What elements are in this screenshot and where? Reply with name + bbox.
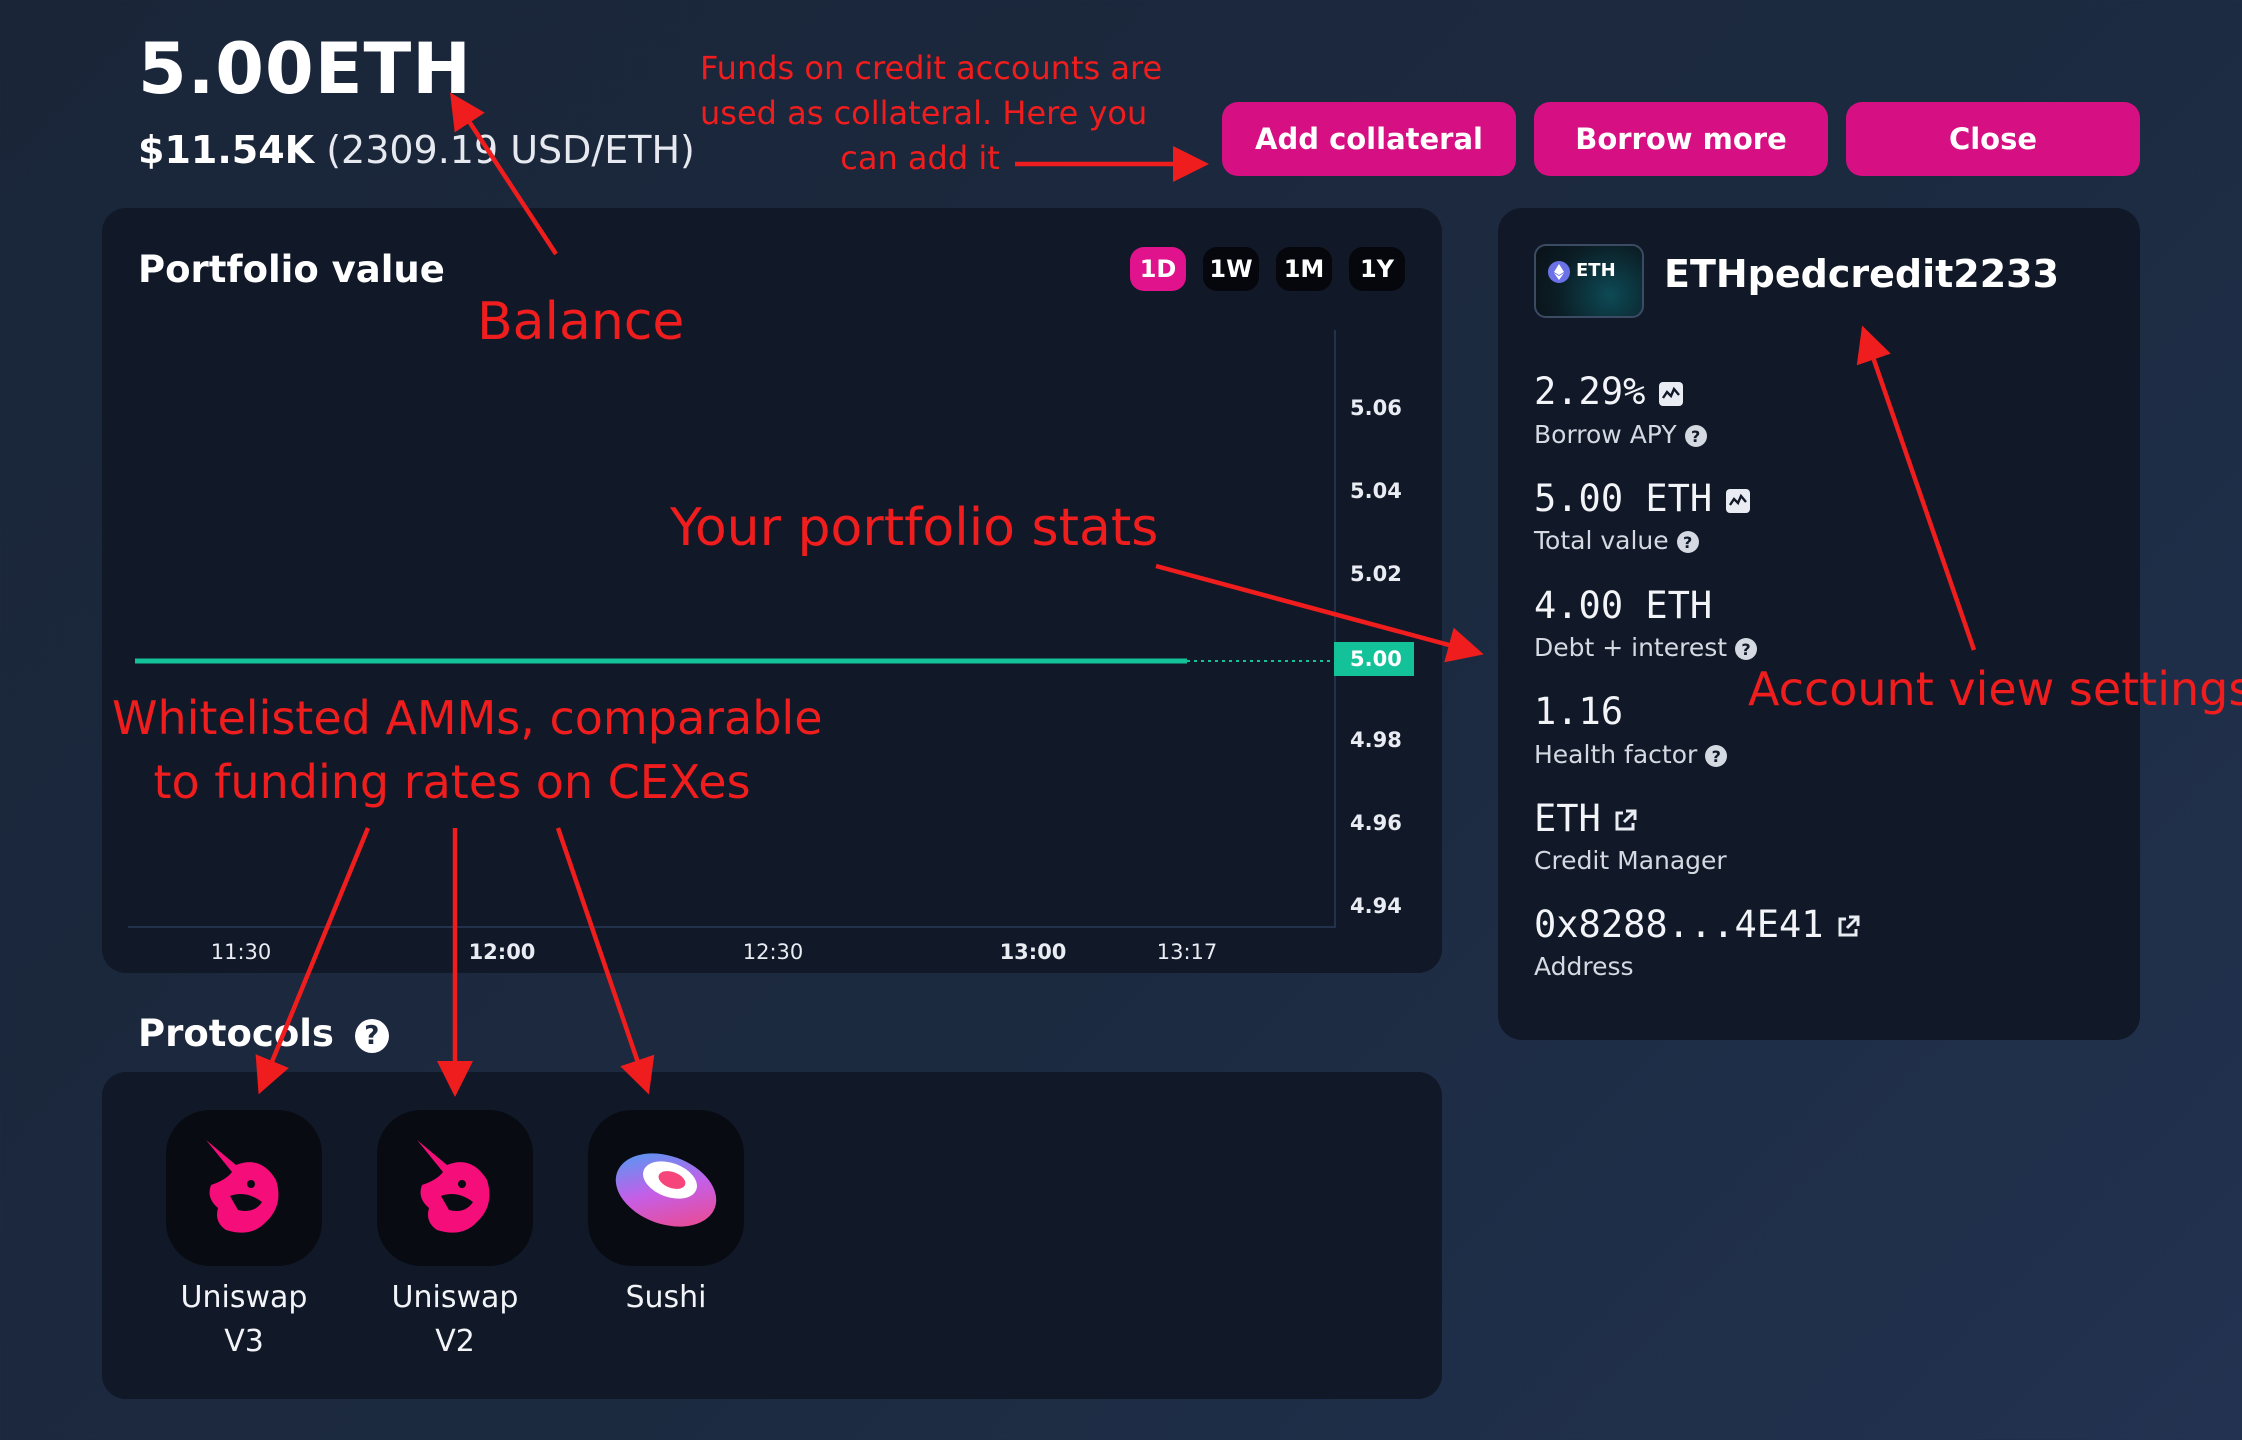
help-icon[interactable]: ?	[1684, 425, 1707, 447]
debt-label-text: Debt + interest	[1534, 633, 1728, 662]
help-icon[interactable]: ?	[1735, 638, 1758, 660]
help-icon[interactable]: ?	[354, 1018, 389, 1053]
annotation-line: can add it	[840, 139, 1000, 177]
x-tick-label: 12:30	[742, 940, 804, 964]
protocol-version: V2	[435, 1324, 475, 1359]
y-tick-label: 4.94	[1350, 894, 1402, 918]
borrow-apy-label: Borrow APY?	[1534, 420, 1707, 449]
amms-annotation: Whitelisted AMMs, comparable to funding …	[112, 686, 823, 814]
debt-label: Debt + interest?	[1534, 633, 1758, 662]
address-label: Address	[1534, 952, 1634, 981]
borrow-apy-label-text: Borrow APY	[1534, 420, 1677, 449]
protocols-title: Protocols ?	[138, 1012, 389, 1055]
total-value-label: Total value?	[1534, 526, 1699, 555]
annotation-line: Whitelisted AMMs, comparable	[112, 691, 823, 745]
protocol-name-line: Uniswap	[180, 1280, 308, 1315]
health-factor-value: 1.16	[1534, 690, 1624, 733]
external-link-icon[interactable]	[1834, 913, 1862, 941]
help-icon[interactable]: ?	[1676, 531, 1699, 553]
protocols-title-text: Protocols	[138, 1012, 334, 1055]
collateral-annotation: Funds on credit accounts are used as col…	[700, 46, 1163, 181]
protocol-name-line: Uniswap	[391, 1280, 519, 1315]
account-settings-annotation: Account view settings	[1748, 662, 2242, 716]
annotation-line: to funding rates on CEXes	[153, 755, 751, 809]
debt-value: 4.00 ETH	[1534, 584, 1713, 627]
total-value-text: 5.00 ETH	[1534, 477, 1713, 520]
account-avatar[interactable]: ETH	[1534, 244, 1644, 318]
chart-icon[interactable]	[1726, 488, 1751, 513]
y-tick-label: 5.06	[1350, 396, 1402, 420]
x-tick-label: 13:17	[1156, 940, 1218, 964]
chart-icon[interactable]	[1659, 381, 1684, 406]
external-link-icon[interactable]	[1611, 807, 1639, 835]
protocol-name: Uniswap V3	[144, 1276, 344, 1364]
protocol-name: Sushi	[566, 1276, 766, 1320]
address-text: 0x8288...4E41	[1534, 903, 1824, 946]
x-tick-label: 13:00	[999, 940, 1067, 964]
total-value-label-text: Total value	[1534, 526, 1669, 555]
health-factor-label-text: Health factor	[1534, 740, 1698, 769]
account-token-badge: ETH	[1576, 260, 1616, 281]
current-value-label: 5.00	[1334, 642, 1414, 676]
annotation-line: used as collateral. Here you	[700, 94, 1148, 132]
y-tick-label: 4.96	[1350, 811, 1402, 835]
protocol-name-line: Sushi	[625, 1280, 707, 1315]
protocol-name: Uniswap V2	[355, 1276, 555, 1364]
address-value: 0x8288...4E41	[1534, 903, 1862, 946]
health-factor-label: Health factor?	[1534, 740, 1728, 769]
eth-icon	[1548, 261, 1570, 283]
protocol-uniswap-v3[interactable]	[166, 1110, 322, 1266]
annotation-line: Funds on credit accounts are	[700, 49, 1163, 87]
credit-manager-value: ETH	[1534, 797, 1639, 840]
x-tick-label: 11:30	[210, 940, 272, 964]
balance-annotation: Balance	[477, 292, 685, 352]
protocol-sushi[interactable]	[588, 1110, 744, 1266]
uniswap-unicorn-icon	[417, 1140, 490, 1233]
sushi-icon	[615, 1153, 717, 1227]
y-tick-label: 5.02	[1350, 562, 1402, 586]
credit-manager-label: Credit Manager	[1534, 846, 1727, 875]
total-value-value: 5.00 ETH	[1534, 477, 1751, 520]
account-name: ETHpedcredit2233	[1664, 252, 2060, 296]
borrow-apy-value: 2.29%	[1534, 370, 1684, 413]
y-tick-label: 5.04	[1350, 479, 1402, 503]
uniswap-unicorn-icon	[206, 1140, 279, 1233]
credit-manager-text: ETH	[1534, 797, 1601, 840]
borrow-apy-text: 2.29%	[1534, 370, 1646, 413]
x-tick-label: 12:00	[468, 940, 536, 964]
protocol-version: V3	[224, 1324, 264, 1359]
y-tick-label: 4.98	[1350, 728, 1402, 752]
help-icon[interactable]: ?	[1705, 745, 1728, 767]
protocol-uniswap-v2[interactable]	[377, 1110, 533, 1266]
portfolio-stats-annotation: Your portfolio stats	[670, 498, 1159, 558]
